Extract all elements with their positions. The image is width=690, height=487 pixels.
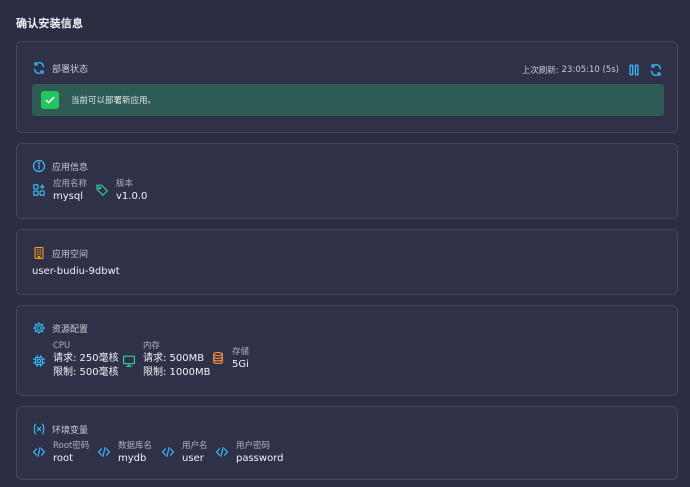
cpu-request: 请求: 250毫核 (53, 353, 119, 364)
app-version-label: 版本 (116, 179, 134, 189)
memory-limit: 限制: 1000MB (143, 367, 211, 378)
env-var-item: 数据库名 mydb (97, 440, 152, 466)
resources-card: 资源配置 CPU 请求: 250毫核 限制: 500毫核 内存 请求: 500M… (16, 305, 678, 396)
env-var-label: 数据库名 (118, 441, 153, 451)
pause-icon (629, 64, 639, 76)
database-icon (211, 350, 225, 369)
deploy-status-title: 部署状态 (52, 64, 89, 75)
memory-label: 内存 (143, 341, 161, 351)
monitor-icon (122, 353, 136, 372)
storage-label: 存储 (232, 347, 250, 357)
deploy-status-header: 部署状态 (32, 61, 88, 75)
app-version-value: v1.0.0 (116, 191, 148, 202)
env-var-value: user (182, 453, 204, 464)
install-confirm-page: 确认安装信息 部署状态 上次刷新: 23:05:10 (5s) 当前可以部署新应… (0, 0, 690, 487)
app-name-field: 应用名称 mysql (32, 178, 87, 204)
page-title: 确认安装信息 (16, 17, 84, 30)
app-info-title: 应用信息 (52, 162, 89, 173)
refresh-controls: 上次刷新: 23:05:10 (5s) (522, 63, 663, 77)
code-icon (161, 444, 175, 463)
apps-grid-icon (32, 182, 46, 201)
cpu-label: CPU (53, 341, 71, 351)
app-info-header: 应用信息 (32, 159, 88, 173)
app-name-value: mysql (53, 191, 83, 202)
resources-title: 资源配置 (52, 324, 89, 335)
namespace-card: 应用空间 user-budiu-9dbwt (16, 229, 678, 295)
memory-field: 内存 请求: 500MB 限制: 1000MB (122, 340, 211, 380)
env-vars-title: 环境变量 (52, 425, 89, 436)
deploy-status-card: 部署状态 上次刷新: 23:05:10 (5s) 当前可以部署新应用。 (16, 41, 678, 133)
env-vars-header: 环境变量 (32, 422, 88, 436)
env-var-item: Root密码 root (32, 440, 89, 466)
last-refresh-time: 23:05:10 (5s) (561, 65, 619, 75)
code-icon (97, 444, 111, 463)
env-var-label: 用户密码 (236, 441, 271, 451)
env-var-label: 用户名 (182, 441, 208, 451)
memory-request: 请求: 500MB (143, 353, 205, 364)
pause-button[interactable] (627, 63, 641, 77)
refresh-icon (650, 63, 662, 77)
code-icon (32, 444, 46, 463)
env-var-item: 用户密码 password (215, 440, 283, 466)
app-name-label: 应用名称 (53, 179, 88, 189)
storage-field: 存储 5Gi (211, 346, 249, 372)
building-icon (32, 246, 46, 260)
deploy-ready-message: 当前可以部署新应用。 (71, 96, 157, 106)
env-var-item: 用户名 user (161, 440, 208, 466)
resources-header: 资源配置 (32, 321, 88, 335)
namespace-value: user-budiu-9dbwt (32, 266, 120, 277)
refresh-button[interactable] (649, 63, 663, 77)
tag-icon (95, 182, 109, 201)
env-var-value: mydb (118, 453, 147, 464)
code-icon (215, 444, 229, 463)
env-var-label: Root密码 (53, 441, 90, 451)
gear-icon (32, 321, 46, 335)
namespace-header: 应用空间 (32, 246, 88, 260)
env-var-value: password (236, 453, 284, 464)
app-version-field: 版本 v1.0.0 (95, 178, 147, 204)
check-icon (41, 91, 59, 109)
env-var-value: root (53, 453, 74, 464)
deploy-ready-banner: 当前可以部署新应用。 (32, 84, 664, 116)
refresh-status-icon (32, 61, 46, 75)
variable-icon (32, 422, 46, 436)
namespace-title: 应用空间 (52, 249, 89, 260)
cpu-limit: 限制: 500毫核 (53, 367, 119, 378)
cpu-icon (32, 353, 46, 372)
cpu-field: CPU 请求: 250毫核 限制: 500毫核 (32, 340, 119, 380)
info-icon (32, 159, 46, 173)
app-info-card: 应用信息 应用名称 mysql 版本 v1.0.0 (16, 143, 678, 219)
env-vars-card: 环境变量 Root密码 root 数据库名 mydb 用户名 user 用户密码… (16, 406, 678, 480)
storage-value: 5Gi (232, 359, 249, 370)
last-refresh-label: 上次刷新: (521, 66, 559, 76)
